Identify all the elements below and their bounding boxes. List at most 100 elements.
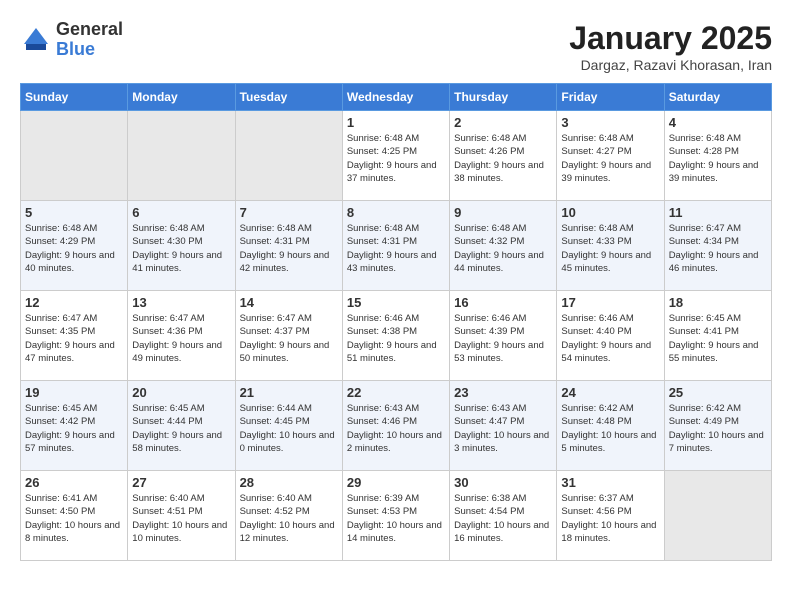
calendar-week-3: 12 Sunrise: 6:47 AM Sunset: 4:35 PM Dayli… <box>21 291 772 381</box>
day-info: Sunrise: 6:45 AM Sunset: 4:42 PM Dayligh… <box>25 402 123 455</box>
day-info: Sunrise: 6:38 AM Sunset: 4:54 PM Dayligh… <box>454 492 552 545</box>
day-of-week-tuesday: Tuesday <box>235 84 342 111</box>
day-number: 28 <box>240 475 338 490</box>
calendar-cell: 8 Sunrise: 6:48 AM Sunset: 4:31 PM Daylig… <box>342 201 449 291</box>
day-number: 25 <box>669 385 767 400</box>
day-of-week-thursday: Thursday <box>450 84 557 111</box>
day-of-week-saturday: Saturday <box>664 84 771 111</box>
day-number: 21 <box>240 385 338 400</box>
day-info: Sunrise: 6:46 AM Sunset: 4:40 PM Dayligh… <box>561 312 659 365</box>
day-info: Sunrise: 6:42 AM Sunset: 4:48 PM Dayligh… <box>561 402 659 455</box>
calendar-cell: 25 Sunrise: 6:42 AM Sunset: 4:49 PM Dayli… <box>664 381 771 471</box>
day-info: Sunrise: 6:41 AM Sunset: 4:50 PM Dayligh… <box>25 492 123 545</box>
month-year: January 2025 <box>569 20 772 57</box>
day-info: Sunrise: 6:39 AM Sunset: 4:53 PM Dayligh… <box>347 492 445 545</box>
day-info: Sunrise: 6:44 AM Sunset: 4:45 PM Dayligh… <box>240 402 338 455</box>
day-number: 7 <box>240 205 338 220</box>
day-number: 6 <box>132 205 230 220</box>
logo-general: General <box>56 20 123 40</box>
calendar-cell: 3 Sunrise: 6:48 AM Sunset: 4:27 PM Daylig… <box>557 111 664 201</box>
calendar-week-2: 5 Sunrise: 6:48 AM Sunset: 4:29 PM Daylig… <box>21 201 772 291</box>
day-number: 30 <box>454 475 552 490</box>
day-number: 20 <box>132 385 230 400</box>
day-info: Sunrise: 6:46 AM Sunset: 4:39 PM Dayligh… <box>454 312 552 365</box>
day-number: 2 <box>454 115 552 130</box>
calendar-week-5: 26Sunrise: 6:41 AM Sunset: 4:50 PM Dayli… <box>21 471 772 561</box>
calendar-cell: 13 Sunrise: 6:47 AM Sunset: 4:36 PM Dayli… <box>128 291 235 381</box>
calendar-cell: 26Sunrise: 6:41 AM Sunset: 4:50 PM Dayli… <box>21 471 128 561</box>
calendar-cell: 22Sunrise: 6:43 AM Sunset: 4:46 PM Dayli… <box>342 381 449 471</box>
calendar-cell: 21 Sunrise: 6:44 AM Sunset: 4:45 PM Dayli… <box>235 381 342 471</box>
day-info: Sunrise: 6:48 AM Sunset: 4:32 PM Dayligh… <box>454 222 552 275</box>
calendar-cell: 29 Sunrise: 6:39 AM Sunset: 4:53 PM Dayli… <box>342 471 449 561</box>
day-of-week-wednesday: Wednesday <box>342 84 449 111</box>
day-number: 3 <box>561 115 659 130</box>
calendar-cell: 14 Sunrise: 6:47 AM Sunset: 4:37 PM Dayli… <box>235 291 342 381</box>
day-number: 13 <box>132 295 230 310</box>
day-number: 12 <box>25 295 123 310</box>
day-number: 29 <box>347 475 445 490</box>
day-of-week-friday: Friday <box>557 84 664 111</box>
day-info: Sunrise: 6:48 AM Sunset: 4:31 PM Dayligh… <box>347 222 445 275</box>
day-number: 18 <box>669 295 767 310</box>
day-number: 10 <box>561 205 659 220</box>
calendar-cell: 4Sunrise: 6:48 AM Sunset: 4:28 PM Daylig… <box>664 111 771 201</box>
logo: General Blue <box>20 20 123 60</box>
day-info: Sunrise: 6:42 AM Sunset: 4:49 PM Dayligh… <box>669 402 767 455</box>
day-number: 9 <box>454 205 552 220</box>
calendar-cell: 28 Sunrise: 6:40 AM Sunset: 4:52 PM Dayli… <box>235 471 342 561</box>
day-number: 31 <box>561 475 659 490</box>
calendar-cell: 27Sunrise: 6:40 AM Sunset: 4:51 PM Dayli… <box>128 471 235 561</box>
calendar-cell: 7Sunrise: 6:48 AM Sunset: 4:31 PM Daylig… <box>235 201 342 291</box>
day-info: Sunrise: 6:47 AM Sunset: 4:37 PM Dayligh… <box>240 312 338 365</box>
calendar-cell: 1 Sunrise: 6:48 AM Sunset: 4:25 PM Daylig… <box>342 111 449 201</box>
day-number: 17 <box>561 295 659 310</box>
day-info: Sunrise: 6:40 AM Sunset: 4:52 PM Dayligh… <box>240 492 338 545</box>
day-info: Sunrise: 6:48 AM Sunset: 4:25 PM Dayligh… <box>347 132 445 185</box>
logo-blue: Blue <box>56 40 123 60</box>
day-number: 11 <box>669 205 767 220</box>
logo-text: General Blue <box>56 20 123 60</box>
calendar-cell: 16Sunrise: 6:46 AM Sunset: 4:39 PM Dayli… <box>450 291 557 381</box>
day-info: Sunrise: 6:43 AM Sunset: 4:47 PM Dayligh… <box>454 402 552 455</box>
day-of-week-monday: Monday <box>128 84 235 111</box>
day-number: 1 <box>347 115 445 130</box>
day-info: Sunrise: 6:48 AM Sunset: 4:29 PM Dayligh… <box>25 222 123 275</box>
calendar-cell: 11 Sunrise: 6:47 AM Sunset: 4:34 PM Dayli… <box>664 201 771 291</box>
day-info: Sunrise: 6:48 AM Sunset: 4:26 PM Dayligh… <box>454 132 552 185</box>
calendar-cell: 5 Sunrise: 6:48 AM Sunset: 4:29 PM Daylig… <box>21 201 128 291</box>
calendar-cell: 6Sunrise: 6:48 AM Sunset: 4:30 PM Daylig… <box>128 201 235 291</box>
calendar-cell <box>128 111 235 201</box>
calendar-header-row: SundayMondayTuesdayWednesdayThursdayFrid… <box>21 84 772 111</box>
day-number: 24 <box>561 385 659 400</box>
calendar-cell <box>21 111 128 201</box>
logo-icon <box>20 24 52 56</box>
day-number: 8 <box>347 205 445 220</box>
day-info: Sunrise: 6:40 AM Sunset: 4:51 PM Dayligh… <box>132 492 230 545</box>
calendar-cell: 19Sunrise: 6:45 AM Sunset: 4:42 PM Dayli… <box>21 381 128 471</box>
calendar-cell: 10Sunrise: 6:48 AM Sunset: 4:33 PM Dayli… <box>557 201 664 291</box>
day-info: Sunrise: 6:47 AM Sunset: 4:36 PM Dayligh… <box>132 312 230 365</box>
day-info: Sunrise: 6:47 AM Sunset: 4:34 PM Dayligh… <box>669 222 767 275</box>
day-info: Sunrise: 6:45 AM Sunset: 4:41 PM Dayligh… <box>669 312 767 365</box>
day-info: Sunrise: 6:43 AM Sunset: 4:46 PM Dayligh… <box>347 402 445 455</box>
day-number: 4 <box>669 115 767 130</box>
day-info: Sunrise: 6:37 AM Sunset: 4:56 PM Dayligh… <box>561 492 659 545</box>
day-info: Sunrise: 6:48 AM Sunset: 4:27 PM Dayligh… <box>561 132 659 185</box>
calendar-cell: 2 Sunrise: 6:48 AM Sunset: 4:26 PM Daylig… <box>450 111 557 201</box>
calendar-cell: 31 Sunrise: 6:37 AM Sunset: 4:56 PM Dayli… <box>557 471 664 561</box>
day-number: 5 <box>25 205 123 220</box>
calendar-cell: 23 Sunrise: 6:43 AM Sunset: 4:47 PM Dayli… <box>450 381 557 471</box>
day-number: 14 <box>240 295 338 310</box>
calendar-table: SundayMondayTuesdayWednesdayThursdayFrid… <box>20 83 772 561</box>
calendar-cell: 12 Sunrise: 6:47 AM Sunset: 4:35 PM Dayli… <box>21 291 128 381</box>
calendar-week-1: 1 Sunrise: 6:48 AM Sunset: 4:25 PM Daylig… <box>21 111 772 201</box>
day-of-week-sunday: Sunday <box>21 84 128 111</box>
calendar-cell <box>664 471 771 561</box>
calendar-cell: 20Sunrise: 6:45 AM Sunset: 4:44 PM Dayli… <box>128 381 235 471</box>
day-info: Sunrise: 6:46 AM Sunset: 4:38 PM Dayligh… <box>347 312 445 365</box>
calendar-cell: 18 Sunrise: 6:45 AM Sunset: 4:41 PM Dayli… <box>664 291 771 381</box>
title-area: January 2025 Dargaz, Razavi Khorasan, Ir… <box>569 20 772 73</box>
day-info: Sunrise: 6:47 AM Sunset: 4:35 PM Dayligh… <box>25 312 123 365</box>
day-number: 23 <box>454 385 552 400</box>
